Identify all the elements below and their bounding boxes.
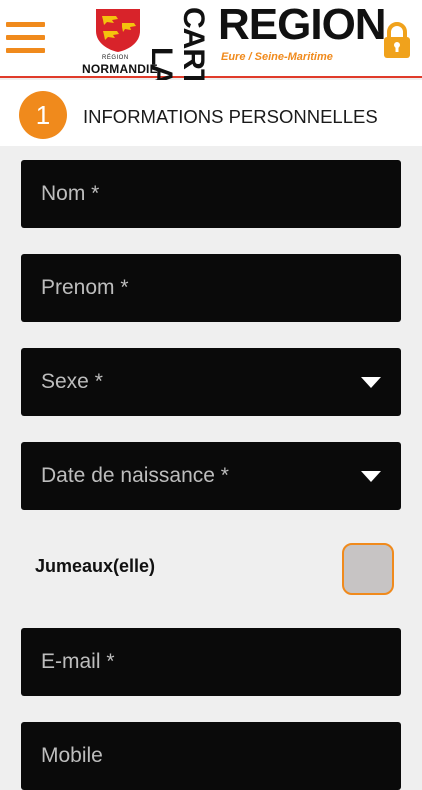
step-number-badge: 1: [19, 91, 67, 139]
section-title: INFORMATIONS PERSONNELLES: [83, 106, 378, 127]
logo-region-small-text: RÉGION: [102, 55, 129, 61]
jumeaux-checkbox[interactable]: [342, 543, 394, 595]
mobile-placeholder: Mobile: [41, 744, 103, 767]
section-header: 1 INFORMATIONS PERSONNELLES: [0, 80, 422, 146]
email-field[interactable]: E-mail *: [21, 628, 401, 696]
prenom-field[interactable]: Prenom *: [21, 254, 401, 322]
sexe-select[interactable]: Sexe *: [21, 348, 401, 416]
sexe-placeholder: Sexe *: [41, 370, 103, 393]
normandie-crest-icon: [96, 9, 140, 52]
nom-placeholder: Nom *: [41, 182, 100, 205]
nom-field[interactable]: Nom *: [21, 160, 401, 228]
prenom-placeholder: Prenom *: [41, 276, 129, 299]
logo-region-text: REGION: [218, 0, 387, 49]
logo-subtitle: Eure / Seine-Maritime: [221, 51, 333, 63]
mobile-field[interactable]: Mobile: [21, 722, 401, 790]
jumeaux-label: Jumeaux(elle): [35, 556, 156, 576]
email-placeholder: E-mail *: [41, 650, 115, 673]
logo-la-carte: LA CARTE: [145, 5, 218, 105]
date-naissance-placeholder: Date de naissance *: [41, 464, 229, 487]
app-header: RÉGION NORMANDIE LA CARTE REGION Eure / …: [0, 0, 422, 105]
date-naissance-select[interactable]: Date de naissance *: [21, 442, 401, 510]
hamburger-menu-icon[interactable]: [6, 20, 45, 54]
lock-icon[interactable]: [382, 20, 412, 60]
chevron-down-icon: [361, 471, 381, 482]
chevron-down-icon: [361, 377, 381, 388]
